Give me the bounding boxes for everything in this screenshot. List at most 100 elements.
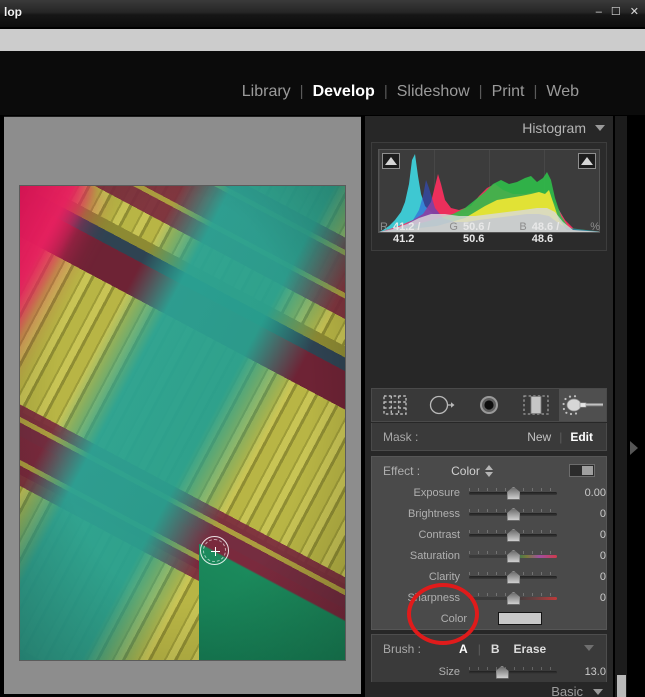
slider-sharpness-track[interactable] xyxy=(469,591,558,605)
module-print[interactable]: Print xyxy=(483,83,534,101)
slider-sharpness-value[interactable]: 0 xyxy=(567,592,606,604)
slider-exposure-track[interactable] xyxy=(469,486,558,500)
brush-separator: | xyxy=(477,641,481,656)
rgb-unit: % xyxy=(590,221,600,233)
effect-label: Effect : xyxy=(383,464,421,478)
photo-vignette xyxy=(20,186,345,660)
rgb-b-label: B xyxy=(519,221,527,233)
chevron-down-icon[interactable] xyxy=(595,125,605,131)
close-icon[interactable]: ✕ xyxy=(630,7,639,18)
histogram-panel: R 41.2 / 41.2 G 50.6 / 50.6 B 48.6 / 48.… xyxy=(371,142,607,251)
module-picker-bar: Library | Develop | Slideshow | Print | … xyxy=(0,51,645,115)
brush-preset-a[interactable]: A xyxy=(459,642,468,656)
right-panel-expand-icon[interactable] xyxy=(630,441,638,455)
basic-panel-label: Basic xyxy=(551,684,583,697)
slider-saturation-value[interactable]: 0 xyxy=(567,550,606,562)
window-controls: – ☐ ✕ xyxy=(596,7,639,18)
slider-saturation[interactable]: Saturation 0 xyxy=(372,545,606,566)
red-eye-tool[interactable] xyxy=(466,389,513,421)
brush-header-row: Brush : A | B Erase xyxy=(372,638,606,659)
brush-cursor xyxy=(200,536,229,565)
chevron-down-icon[interactable] xyxy=(593,689,603,695)
effect-toggle-switch[interactable] xyxy=(569,464,595,477)
effect-preset-value[interactable]: Color xyxy=(451,464,480,478)
slider-exposure[interactable]: Exposure 0.00 xyxy=(372,482,606,503)
slider-brightness-label: Brightness xyxy=(408,507,461,520)
slider-brush-size[interactable]: Size 13.0 xyxy=(372,661,606,682)
module-list: Library | Develop | Slideshow | Print | … xyxy=(233,83,588,101)
effect-row: Effect : Color xyxy=(372,460,606,482)
mask-separator: | xyxy=(559,429,563,444)
red-eye-icon xyxy=(479,396,498,414)
histogram-header[interactable]: Histogram xyxy=(522,120,605,136)
rgb-readout: R 41.2 / 41.2 G 50.6 / 50.6 B 48.6 / 48.… xyxy=(380,221,600,245)
slider-contrast-label: Contrast xyxy=(418,528,461,541)
rgb-g-value: 50.6 / 50.6 xyxy=(462,221,491,245)
slider-sharpness[interactable]: Sharpness 0 xyxy=(372,587,606,608)
rgb-r-label: R xyxy=(380,221,388,233)
spot-removal-tool[interactable] xyxy=(419,389,466,421)
slider-saturation-track[interactable] xyxy=(469,549,558,563)
slider-exposure-value[interactable]: 0.00 xyxy=(567,487,606,499)
adjustment-brush-icon xyxy=(562,395,603,416)
effect-stepper-icon[interactable] xyxy=(484,465,493,477)
right-panel: Histogram R 41.2 / 41.2 G 50.6 / 50.6 B … xyxy=(365,116,613,697)
brush-erase-button[interactable]: Erase xyxy=(513,642,546,656)
chevron-down-icon[interactable] xyxy=(584,645,594,651)
window-title: lop xyxy=(4,5,22,19)
color-swatch[interactable] xyxy=(498,612,542,625)
slider-contrast[interactable]: Contrast 0 xyxy=(372,524,606,545)
slider-exposure-label: Exposure xyxy=(413,486,461,499)
right-panel-scrollbar[interactable] xyxy=(614,116,627,697)
histogram-curves xyxy=(379,154,599,232)
brush-label: Brush : xyxy=(383,641,422,656)
image-canvas[interactable] xyxy=(4,116,361,694)
minimize-icon[interactable]: – xyxy=(596,7,602,18)
slider-brightness-track[interactable] xyxy=(469,507,558,521)
graduated-filter-tool[interactable] xyxy=(512,389,559,421)
module-library[interactable]: Library xyxy=(233,83,300,101)
maximize-icon[interactable]: ☐ xyxy=(611,7,621,18)
slider-contrast-value[interactable]: 0 xyxy=(567,529,606,541)
histogram-title: Histogram xyxy=(522,120,586,136)
slider-brush-size-track[interactable] xyxy=(469,665,558,679)
rgb-r-value: 41.2 / 41.2 xyxy=(392,221,421,245)
shadow-clipping-indicator[interactable] xyxy=(382,153,400,169)
lightroom-window: lop – ☐ ✕ Library | Develop | Slideshow … xyxy=(0,0,645,697)
basic-panel-header[interactable]: Basic xyxy=(365,682,613,697)
highlight-clipping-indicator[interactable] xyxy=(578,153,596,169)
slider-clarity[interactable]: Clarity 0 xyxy=(372,566,606,587)
mask-edit-button[interactable]: Edit xyxy=(570,430,593,444)
slider-clarity-label: Clarity xyxy=(428,570,461,583)
red-highlight-ellipse xyxy=(407,583,479,645)
crop-overlay-tool[interactable] xyxy=(372,389,419,421)
slider-contrast-track[interactable] xyxy=(469,528,558,542)
slider-brush-size-label: Size xyxy=(438,665,461,678)
module-web[interactable]: Web xyxy=(537,83,588,101)
spot-removal-icon xyxy=(430,395,455,415)
slider-brightness-value[interactable]: 0 xyxy=(567,508,606,520)
slider-clarity-track[interactable] xyxy=(469,570,558,584)
title-bar: lop – ☐ ✕ xyxy=(0,0,645,28)
crop-overlay-icon xyxy=(383,395,408,415)
mask-new-button[interactable]: New xyxy=(527,430,551,444)
slider-brightness[interactable]: Brightness 0 xyxy=(372,503,606,524)
tool-strip xyxy=(371,388,607,422)
scrollbar-thumb[interactable] xyxy=(617,675,626,697)
slider-clarity-value[interactable]: 0 xyxy=(567,571,606,583)
slider-brush-size-value[interactable]: 13.0 xyxy=(567,666,606,678)
module-develop[interactable]: Develop xyxy=(304,83,384,101)
brush-cursor-crosshair-v xyxy=(215,547,216,556)
module-slideshow[interactable]: Slideshow xyxy=(388,83,479,101)
photo-preview[interactable] xyxy=(20,186,345,660)
mask-label: Mask : xyxy=(383,429,419,444)
slider-saturation-label: Saturation xyxy=(409,549,461,562)
graduated-filter-icon xyxy=(523,395,549,415)
filmstrip-bar[interactable] xyxy=(0,29,645,51)
adjustment-brush-tool[interactable] xyxy=(559,389,606,421)
rgb-b-value: 48.6 / 48.6 xyxy=(531,221,560,245)
effect-panel: Effect : Color Exposure 0.00 Brightness xyxy=(371,456,607,630)
mask-row: Mask : New | Edit xyxy=(371,423,607,451)
brush-preset-b[interactable]: B xyxy=(491,642,500,656)
rgb-g-label: G xyxy=(449,221,458,233)
